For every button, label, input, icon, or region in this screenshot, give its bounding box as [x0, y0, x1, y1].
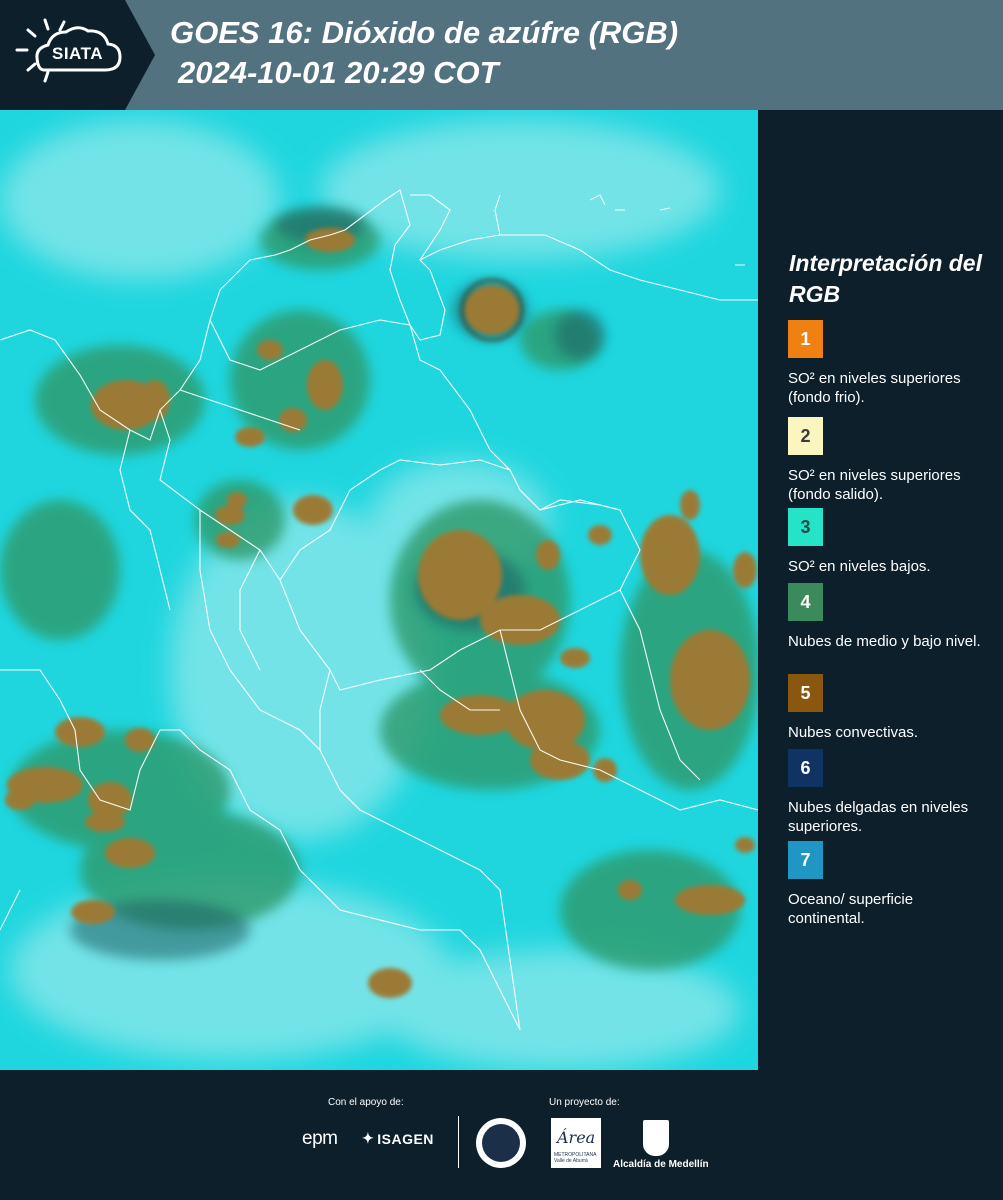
legend-item-3: 3 SO² en niveles bajos. — [788, 508, 988, 576]
logo-text: SIATA — [52, 44, 103, 63]
page-title: GOES 16: Dióxido de azúfre (RGB) — [170, 15, 679, 50]
legend-swatch-4: 4 — [788, 583, 823, 621]
project-label: Un proyecto de: — [549, 1097, 620, 1108]
legend-label-4: Nubes de medio y bajo nivel. — [788, 633, 981, 650]
legend-label-6: Nubes delgadas en niveles superiores. — [788, 799, 969, 835]
legend-swatch-1: 1 — [788, 320, 823, 358]
legend-label-3: SO² en niveles bajos. — [788, 558, 931, 575]
legend-label-7: Oceano/ superficie continental. — [788, 891, 914, 927]
legend-item-7: 7 Oceano/ superficie continental. — [788, 841, 988, 928]
legend-swatch-6: 6 — [788, 749, 823, 787]
satellite-map[interactable] — [0, 110, 758, 1070]
alcaldia-shield-icon[interactable] — [643, 1120, 669, 1156]
alcaldia-label: Alcaldía de Medellín — [613, 1159, 709, 1170]
legend-title: Interpretación del RGB — [789, 250, 982, 307]
isagen-text: ISAGEN — [377, 1130, 434, 1147]
epm-logo[interactable]: epm — [302, 1128, 338, 1150]
isagen-logo[interactable]: ✦ ISAGEN — [362, 1130, 434, 1147]
footer-divider — [458, 1116, 459, 1168]
legend-label-2: SO² en niveles superiores (fondo salido)… — [788, 467, 961, 503]
legend-swatch-3: 3 — [788, 508, 823, 546]
legend-item-6: 6 Nubes delgadas en niveles superiores. — [788, 749, 988, 836]
header-bar: SIATA GOES 16: Dióxido de azúfre (RGB) 2… — [0, 0, 1003, 110]
area-logo-text: Área — [557, 1128, 596, 1147]
siata-logo[interactable]: SIATA — [0, 0, 155, 110]
map-canvas — [0, 110, 758, 1070]
seal-inner — [482, 1124, 520, 1162]
legend-label-1: SO² en niveles superiores (fondo frio). — [788, 370, 961, 406]
legend-swatch-5: 5 — [788, 674, 823, 712]
area-logo-subtext: METROPOLITANA Valle de Aburrá — [554, 1152, 597, 1164]
legend-item-4: 4 Nubes de medio y bajo nivel. — [788, 583, 988, 651]
isagen-star-icon: ✦ — [362, 1130, 375, 1146]
footer-bar: Con el apoyo de: Un proyecto de: epm ✦ I… — [0, 1070, 1003, 1200]
medellin-seal-icon[interactable] — [476, 1118, 526, 1168]
legend-item-5: 5 Nubes convectivas. — [788, 674, 988, 742]
legend-swatch-2: 2 — [788, 417, 823, 455]
legend-panel: Interpretación del RGB 1 SO² en niveles … — [758, 110, 1003, 1070]
support-label: Con el apoyo de: — [328, 1097, 404, 1108]
legend-label-5: Nubes convectivas. — [788, 724, 919, 741]
legend-item-1: 1 SO² en niveles superiores (fondo frio)… — [788, 320, 988, 407]
legend-swatch-7: 7 — [788, 841, 823, 879]
area-metropolitana-logo[interactable]: Área METROPOLITANA Valle de Aburrá — [551, 1118, 601, 1168]
page-subtitle-timestamp: 2024-10-01 20:29 COT — [178, 55, 499, 90]
legend-item-2: 2 SO² en niveles superiores (fondo salid… — [788, 417, 988, 504]
